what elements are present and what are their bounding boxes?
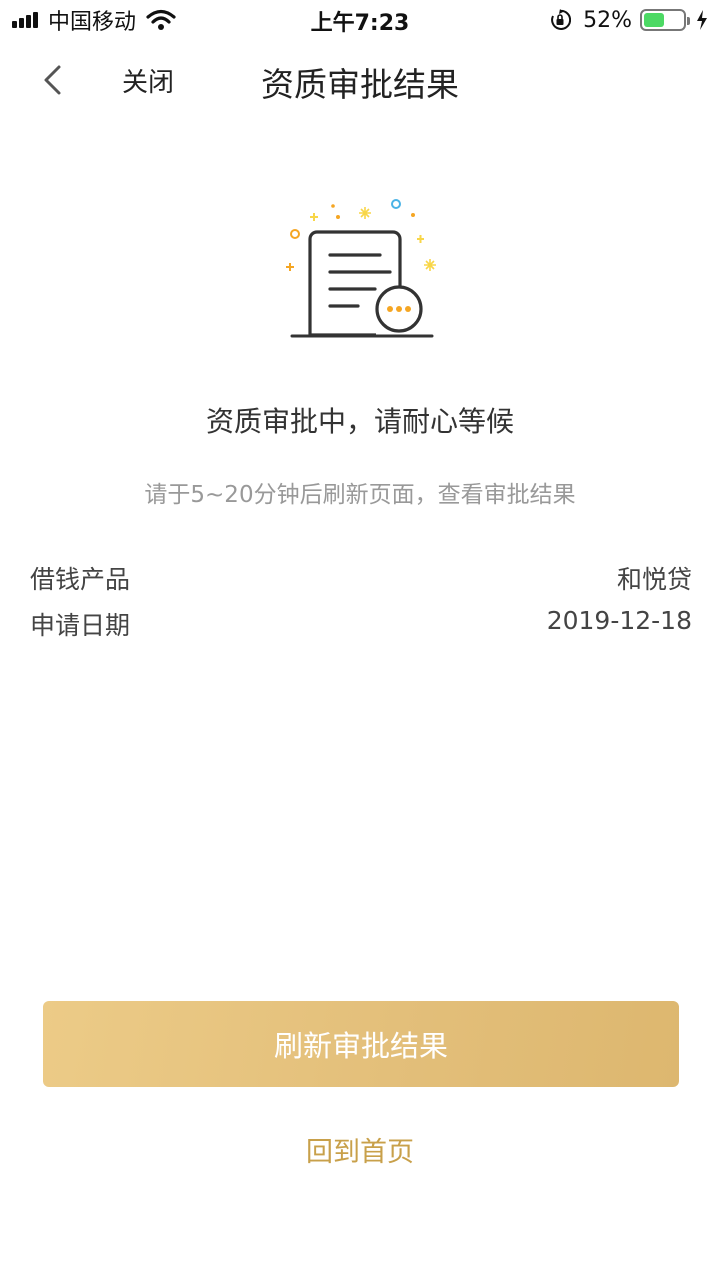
sparkle-circle-blue-icon [391, 199, 401, 209]
refresh-result-button[interactable]: 刷新审批结果 [43, 1001, 679, 1087]
charging-bolt-icon [697, 10, 707, 30]
rotation-lock-icon [551, 9, 572, 30]
status-message: 资质审批中，请耐心等候 [205, 405, 514, 438]
back-to-home-link[interactable]: 回到首页 [0, 1130, 720, 1169]
status-bar-right: 52% [549, 6, 708, 34]
battery-percentage: 52% [583, 7, 632, 33]
status-hint: 请于5~20分钟后刷新页面，查看审批结果 [144, 482, 576, 508]
detail-value: 2019-12-18 [546, 606, 692, 635]
detail-row-date: 申请日期 2019-12-18 [30, 606, 692, 642]
detail-row-product: 借钱产品 和悦贷 [30, 560, 692, 596]
battery-icon [640, 9, 690, 31]
sparkle-star-icon [424, 259, 436, 271]
navigation-bar: 关闭 资质审批结果 [0, 40, 720, 120]
sparkle-star-icon [359, 207, 371, 219]
sparkle-plus-icon [310, 213, 318, 221]
sparkle-plus-icon [286, 263, 294, 271]
sparkle-circle-icon [290, 229, 300, 239]
battery-level-fill [644, 13, 664, 27]
sparkle-plus-icon [417, 235, 424, 243]
detail-label: 申请日期 [30, 611, 131, 640]
document-pending-icon [286, 199, 436, 338]
page-title: 资质审批结果 [261, 65, 459, 104]
detail-label: 借钱产品 [30, 565, 131, 594]
detail-value: 和悦贷 [616, 565, 692, 594]
status-bar: 中国移动 上午7:23 52% [0, 0, 720, 40]
